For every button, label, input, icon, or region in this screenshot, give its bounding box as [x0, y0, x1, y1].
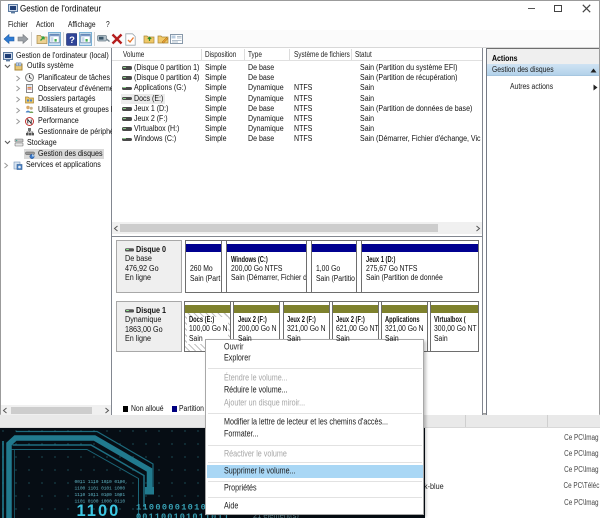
svg-text:1110 1011 0100 1001: 1110 1011 0100 1001: [75, 491, 126, 497]
svg-text:1100: 1100: [77, 502, 121, 518]
svg-text:1100 1101 0101 1000: 1100 1101 0101 1000: [75, 485, 126, 491]
svg-text:0011 1110 1010 0100,: 0011 1110 1010 0100,: [75, 478, 128, 484]
svg-text:?: ?: [69, 35, 75, 46]
